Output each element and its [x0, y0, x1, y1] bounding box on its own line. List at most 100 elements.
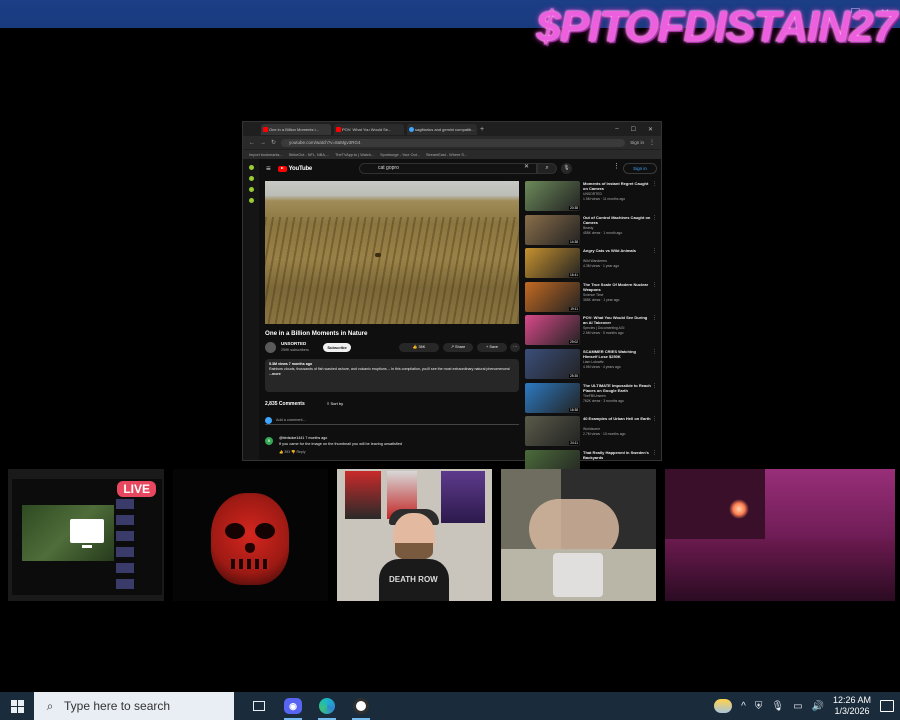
chevron-up-icon[interactable]: ^ [741, 701, 746, 712]
network-icon[interactable]: ▭ [793, 701, 802, 712]
browser-tab[interactable]: One in a Billion Moments i... [261, 123, 331, 135]
recommendation-item[interactable]: 24:11 40 Examples of Urban Hell on Earth W… [525, 416, 657, 450]
stream-preview-tile[interactable]: LIVE [8, 469, 164, 601]
task-view-button[interactable] [242, 692, 276, 720]
sidebar-app-icon[interactable] [248, 176, 254, 181]
more-options-icon[interactable]: ⋮ [652, 416, 657, 422]
notifications-icon[interactable] [880, 700, 894, 712]
webcam-tile-bedroom[interactable] [665, 469, 895, 601]
more-options-icon[interactable]: ⋮ [652, 383, 657, 389]
volume-icon[interactable]: 🔊 [812, 701, 824, 712]
recommendation-title[interactable]: The ULTIMATE Impossible to Reach Places … [583, 383, 651, 393]
comment-avatar[interactable]: B [265, 437, 273, 445]
channel-avatar[interactable] [265, 342, 276, 353]
recommendation-thumbnail[interactable]: 20:38 [525, 181, 580, 211]
sidebar-app-icon[interactable] [248, 165, 254, 170]
taskbar-search[interactable]: ⌕ Type here to search [34, 692, 234, 720]
recommendation-channel[interactable]: Species | Documenting AGI [583, 326, 624, 330]
sidebar-app-icon[interactable] [248, 187, 254, 192]
security-icon[interactable]: ⛨ [755, 701, 763, 712]
reload-icon[interactable]: ↻ [271, 139, 276, 146]
recommendation-channel[interactable]: Liam Lutowitz [583, 360, 604, 364]
maximize-icon[interactable]: ☐ [631, 126, 636, 133]
recommendation-title[interactable]: That Really Happened in Sweden's Backyar… [583, 450, 651, 460]
comment-reply-button[interactable]: Reply [297, 450, 306, 454]
recommendation-title[interactable]: The True Scale Of Modern Nuclear Weapons [583, 282, 651, 292]
video-player[interactable] [265, 181, 519, 324]
browser-tab[interactable]: sagittarius and gemini compatib... [407, 123, 477, 135]
recommendation-title[interactable]: Moments of Instant Regret Caught on Came… [583, 181, 651, 191]
recommendation-channel[interactable]: UNSORTED [583, 192, 602, 196]
recommendation-title[interactable]: POV: What You Would See During an AI Tak… [583, 315, 651, 325]
recommendation-title[interactable]: SCAMMER CRIES Watching Himself Lose $250… [583, 349, 651, 359]
more-options-icon[interactable]: ⋮ [652, 315, 657, 321]
recommendation-item[interactable]: 14:38 Out of Control Machines Caught on C… [525, 214, 657, 249]
recommendation-thumbnail[interactable]: 29:02 [525, 315, 580, 346]
recommendation-channel[interactable]: Beasty [583, 226, 593, 230]
bookmark-item[interactable]: TheTVApp.to | Watch... [335, 153, 374, 157]
like-dislike-button[interactable]: 👍 36K [399, 343, 439, 352]
subscribe-button[interactable]: Subscribe [323, 343, 351, 352]
edge-taskbar-button[interactable] [310, 692, 344, 720]
start-button[interactable] [0, 692, 34, 720]
forward-icon[interactable]: → [260, 140, 266, 146]
minimize-icon[interactable]: – [615, 126, 618, 133]
recommendation-channel[interactable]: Wild Wanderers [583, 259, 607, 263]
bookmark-item[interactable]: StreamEast - Where S... [426, 153, 467, 157]
clock[interactable]: 12:26 AM 1/3/2026 [833, 695, 871, 717]
browser-signin[interactable]: Sign in [630, 140, 644, 145]
search-button[interactable]: ⌕ [537, 163, 557, 174]
recommendation-thumbnail[interactable]: 19:11 [525, 281, 580, 312]
new-tab-icon[interactable]: + [480, 126, 484, 133]
comment-author[interactable]: @birdsdoe1441 7 months ago [279, 436, 327, 440]
sidebar-app-icon[interactable] [248, 198, 254, 203]
recommendation-thumbnail[interactable]: 16:38 [525, 382, 580, 413]
description-more-link[interactable]: ...more [269, 372, 515, 376]
recommendation-channel[interactable]: Science Time [583, 293, 603, 297]
voice-search-icon[interactable]: 🎙 [561, 163, 572, 174]
add-comment-field[interactable]: Add a comment... [265, 417, 519, 425]
webcam-tile-skull[interactable] [173, 469, 328, 601]
recommendation-item[interactable]: 29:02 POV: What You Would See During an A… [525, 315, 657, 349]
youtube-logo[interactable]: YouTube [277, 165, 312, 172]
browser-tab[interactable]: POV: What You Would Se... [334, 123, 404, 135]
microphone-icon[interactable]: 🎙 [771, 701, 784, 712]
more-options-icon[interactable]: ⋮ [652, 282, 657, 288]
back-icon[interactable]: ← [249, 140, 255, 146]
weather-icon[interactable] [714, 699, 733, 713]
more-options-icon[interactable]: ⋮ [652, 349, 657, 355]
recommendation-thumbnail[interactable]: 24:11 [525, 416, 580, 447]
video-description[interactable]: 5.3M views 7 months ago Rainbow clouds, … [265, 359, 519, 392]
clear-search-icon[interactable]: ✕ [524, 163, 529, 170]
share-button[interactable]: ↗ Share [443, 343, 473, 352]
hamburger-menu-icon[interactable]: ≡ [266, 164, 271, 173]
more-options-icon[interactable]: ⋮ [652, 181, 657, 187]
more-actions-icon[interactable]: ⋯ [510, 343, 520, 352]
recommendation-channel[interactable]: TheFBIUnseen [583, 394, 606, 398]
recommendation-title[interactable]: Angry Cats vs Wild Animals [583, 248, 651, 253]
url-field[interactable]: youtube.com/watch?v=8aMgv3RG4 [281, 138, 626, 147]
save-button[interactable]: + Save [477, 343, 507, 352]
sign-in-button[interactable]: Sign in [623, 163, 657, 174]
search-input[interactable]: cat gopro [359, 163, 537, 174]
obs-taskbar-button[interactable] [344, 692, 378, 720]
recommendation-thumbnail[interactable]: 14:38 [525, 214, 580, 245]
recommendation-title[interactable]: Out of Control Machines Caught on Camera [583, 215, 651, 225]
recommendation-item[interactable]: 16:38 The ULTIMATE Impossible to Reach Pl… [525, 382, 657, 417]
webcam-tile-kitchen[interactable] [501, 469, 656, 601]
menu-icon[interactable]: ⋮ [649, 139, 655, 146]
recommendation-item[interactable]: 19:11 The True Scale Of Modern Nuclear We… [525, 281, 657, 316]
recommendation-title[interactable]: 40 Examples of Urban Hell on Earth [583, 416, 651, 421]
webcam-tile-streamer[interactable]: DEATH ROW [337, 469, 492, 601]
more-options-icon[interactable]: ⋮ [652, 215, 657, 221]
recommendation-thumbnail[interactable]: 25:35 [525, 348, 580, 379]
bookmark-item[interactable]: StrikeOut - NFL, NBA,... [289, 153, 330, 157]
bookmark-item[interactable]: Import bookmarks... [249, 153, 283, 157]
bookmark-item[interactable]: Sportsurge - Your Out... [380, 153, 420, 157]
more-options-icon[interactable]: ⋮ [652, 248, 657, 254]
close-icon[interactable]: ✕ [648, 126, 653, 133]
discord-taskbar-button[interactable]: ◉ [276, 692, 310, 720]
channel-name[interactable]: UNSORTED [281, 341, 306, 346]
recommendation-item[interactable]: 25:35 SCAMMER CRIES Watching Himself Lose… [525, 348, 657, 383]
recommendation-item[interactable]: 16:41 Angry Cats vs Wild Animals Wild Wand… [525, 248, 657, 282]
